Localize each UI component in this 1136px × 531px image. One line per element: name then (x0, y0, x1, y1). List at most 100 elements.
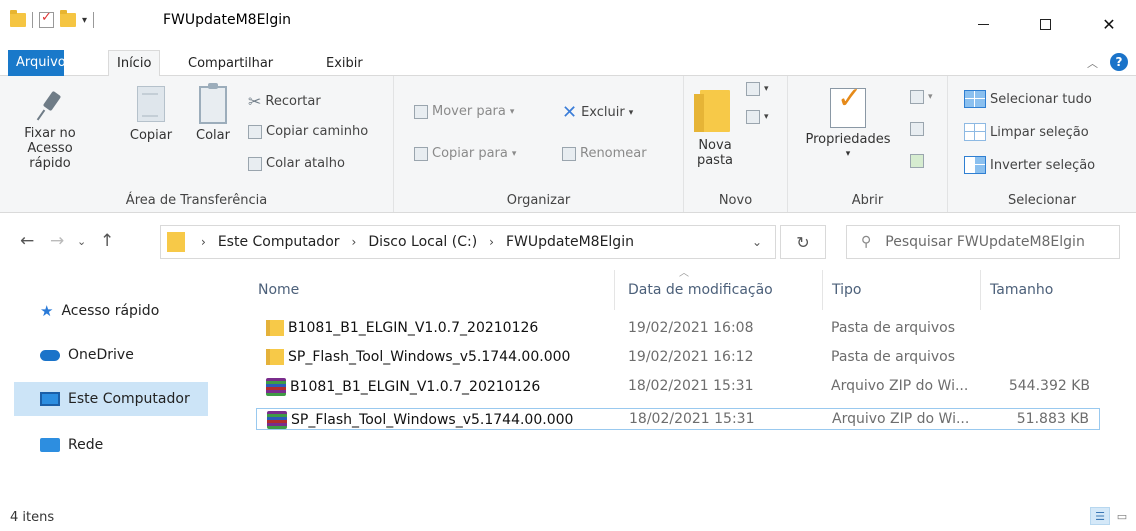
dropdown-arrow-icon: ▾ (511, 148, 517, 159)
breadcrumb-current-folder[interactable]: FWUpdateM8Elgin (506, 234, 634, 250)
file-name: SP_Flash_Tool_Windows_v5.1744.00.000 (288, 349, 571, 365)
maximize-button[interactable] (1022, 0, 1068, 48)
pin-icon (35, 90, 65, 120)
select-all-icon (964, 90, 986, 108)
folder-icon (10, 10, 26, 27)
chevron-right-icon[interactable]: › (489, 235, 494, 249)
breadcrumb-disco-local[interactable]: Disco Local (C:) (368, 234, 477, 250)
help-icon[interactable]: ? (1110, 53, 1128, 71)
move-to-button[interactable]: Mover para ▾ (414, 104, 514, 119)
sidebar-item-este-computador[interactable]: Este Computador (14, 382, 208, 416)
history-button[interactable] (910, 154, 924, 168)
copy-button[interactable]: Copiar (126, 86, 176, 143)
search-input[interactable]: ⚲ Pesquisar FWUpdateM8Elgin (846, 225, 1120, 259)
search-icon: ⚲ (861, 234, 872, 250)
file-type: Pasta de arquivos (831, 349, 956, 365)
new-folder-button[interactable]: Nova pasta (690, 90, 740, 168)
dropdown-arrow-icon: ▾ (928, 92, 933, 102)
select-all-label: Selecionar tudo (990, 91, 1092, 107)
easy-access-button[interactable]: ▾ (746, 110, 769, 124)
group-organize: Mover para ▾ Copiar para ▾ ✕ Excluir ▾ R… (394, 76, 684, 212)
close-button[interactable]: ✕ (1086, 0, 1132, 48)
clear-selection-label: Limpar seleção (990, 124, 1089, 140)
file-date: 18/02/2021 15:31 (628, 378, 754, 394)
new-folder-quick-icon[interactable] (60, 10, 76, 27)
group-new: Nova pasta ▾ ▾ Novo (684, 76, 788, 212)
maximize-icon (1039, 18, 1051, 30)
pin-label-line1: Fixar no (24, 126, 76, 141)
chevron-right-icon[interactable]: › (352, 235, 357, 249)
refresh-button[interactable]: ↻ (780, 225, 826, 259)
select-all-button[interactable]: Selecionar tudo (964, 90, 1092, 108)
table-row[interactable]: B1081_B1_ELGIN_V1.0.7_20210126 18/02/202… (256, 376, 1100, 398)
window-title: FWUpdateM8Elgin (163, 12, 291, 28)
delete-label: Excluir (581, 105, 625, 120)
column-header-name[interactable]: Nome (258, 270, 299, 310)
column-divider[interactable] (822, 270, 823, 310)
table-row[interactable]: SP_Flash_Tool_Windows_v5.1744.00.000 18/… (256, 408, 1100, 430)
paste-button[interactable]: Colar (188, 83, 238, 143)
move-to-icon (414, 104, 428, 119)
cut-button[interactable]: ✂ Recortar (248, 92, 321, 111)
dropdown-arrow-icon: ▾ (764, 112, 769, 122)
properties-quick-icon[interactable] (39, 10, 54, 28)
properties-button[interactable]: Propriedades ▾ (798, 88, 898, 162)
address-bar[interactable]: › Este Computador › Disco Local (C:) › F… (160, 225, 776, 259)
large-icons-view-icon[interactable]: ▭ (1112, 507, 1132, 525)
folder-icon (266, 349, 284, 365)
delete-button[interactable]: ✕ Excluir ▾ (562, 102, 633, 123)
up-button[interactable]: ↑ (100, 231, 114, 251)
column-header-date[interactable]: Data de modificação (628, 270, 773, 310)
column-header-type[interactable]: Tipo (832, 270, 861, 310)
tab-compartilhar[interactable]: Compartilhar (180, 53, 281, 77)
copy-to-button[interactable]: Copiar para ▾ (414, 146, 516, 161)
move-to-label: Mover para (432, 104, 506, 119)
column-header-size[interactable]: Tamanho (990, 270, 1053, 310)
collapse-ribbon-icon[interactable]: ︿ (1087, 55, 1098, 71)
column-divider[interactable] (980, 270, 981, 310)
sidebar-item-acesso-rapido[interactable]: ★ Acesso rápido (14, 294, 208, 328)
network-icon (40, 438, 60, 452)
tab-arquivo[interactable]: Arquivo (8, 50, 66, 76)
dropdown-arrow-icon: ▾ (764, 84, 769, 94)
invert-selection-button[interactable]: Inverter seleção (964, 156, 1095, 174)
copy-label: Copiar (129, 128, 173, 143)
recent-locations-button[interactable]: ⌄ (77, 235, 86, 248)
breadcrumb-este-computador[interactable]: Este Computador (218, 234, 340, 250)
pin-label-line2: Acesso rápido (27, 141, 73, 171)
table-row[interactable]: SP_Flash_Tool_Windows_v5.1744.00.000 19/… (256, 347, 1100, 369)
title-bar: ▾ FWUpdateM8Elgin ✕ (0, 0, 1136, 48)
sidebar-item-onedrive[interactable]: OneDrive (14, 338, 208, 372)
customize-toolbar-icon[interactable]: ▾ (82, 15, 87, 26)
tab-exibir[interactable]: Exibir (318, 53, 371, 77)
clear-selection-button[interactable]: Limpar seleção (964, 123, 1089, 141)
copy-path-button[interactable]: Copiar caminho (248, 124, 368, 139)
forward-button[interactable]: → (50, 231, 64, 251)
details-view-icon[interactable]: ☰ (1090, 507, 1110, 525)
back-button[interactable]: ← (20, 231, 34, 251)
dropdown-arrow-icon: ▾ (845, 149, 851, 159)
properties-icon (830, 88, 866, 128)
chevron-right-icon[interactable]: › (201, 235, 206, 249)
properties-label: Propriedades (805, 132, 891, 147)
rename-button[interactable]: Renomear (562, 146, 647, 161)
new-item-button[interactable]: ▾ (746, 82, 769, 96)
file-name: B1081_B1_ELGIN_V1.0.7_20210126 (290, 379, 541, 395)
ribbon-tabs: Arquivo Início Compartilhar Exibir (0, 48, 1136, 77)
table-row[interactable]: B1081_B1_ELGIN_V1.0.7_20210126 19/02/202… (256, 318, 1100, 340)
address-dropdown-icon[interactable]: ⌄ (752, 225, 762, 259)
file-name-cell: B1081_B1_ELGIN_V1.0.7_20210126 (266, 378, 540, 396)
open-button[interactable]: ▾ (910, 90, 933, 104)
paste-shortcut-button[interactable]: Colar atalho (248, 156, 345, 171)
minimize-button[interactable] (960, 0, 1006, 48)
new-folder-label-line2: pasta (696, 153, 734, 168)
edit-button[interactable] (910, 122, 924, 136)
sidebar-item-rede[interactable]: Rede (14, 428, 208, 462)
winrar-archive-icon (267, 411, 287, 429)
column-divider[interactable] (614, 270, 615, 310)
file-name: B1081_B1_ELGIN_V1.0.7_20210126 (288, 320, 539, 336)
pin-quick-access-button[interactable]: Fixar no Acesso rápido (8, 90, 92, 171)
tab-inicio[interactable]: Início (108, 50, 161, 77)
new-folder-label-line1: Nova (698, 138, 732, 153)
navigation-bar: ← → ⌄ ↑ › Este Computador › Disco Local … (0, 213, 1136, 269)
